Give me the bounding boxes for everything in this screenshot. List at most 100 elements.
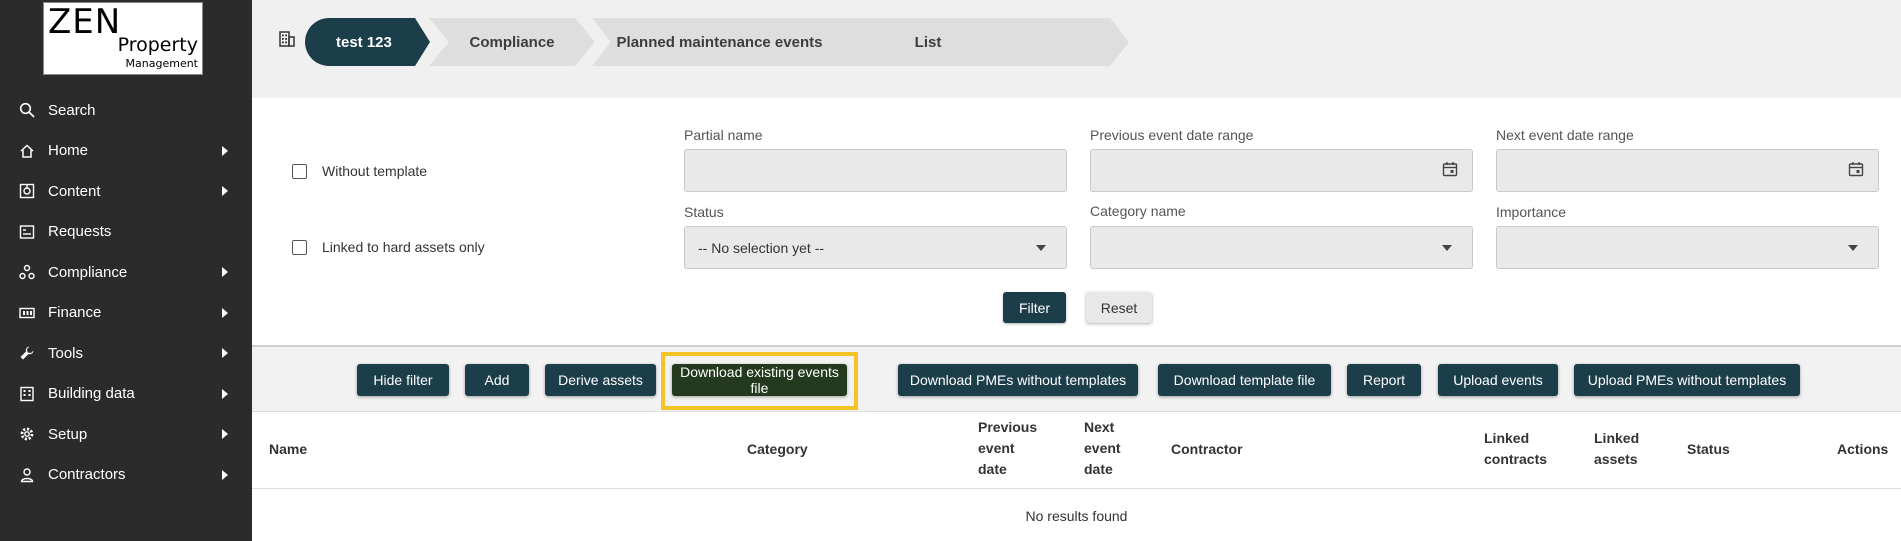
gear-icon <box>18 425 36 443</box>
building-icon <box>18 385 36 403</box>
hide-filter-button[interactable]: Hide filter <box>357 364 449 396</box>
breadcrumb-label: test 123 <box>336 33 392 51</box>
category-name-select[interactable] <box>1090 226 1473 269</box>
column-header-line: event <box>978 440 1015 456</box>
sidebar-item-label: Content <box>48 182 101 200</box>
next-event-date-range-input[interactable] <box>1496 149 1879 192</box>
home-icon <box>18 142 36 160</box>
download-pmes-without-templates-button[interactable]: Download PMEs without templates <box>898 364 1138 396</box>
column-header-line: date <box>978 461 1007 477</box>
expand-arrow-icon <box>222 429 228 440</box>
column-header-previous-event-date[interactable]: Previous event date <box>978 417 1037 480</box>
download-template-file-button[interactable]: Download template file <box>1158 364 1331 396</box>
sidebar-item-tools[interactable]: Tools <box>0 333 252 374</box>
checkbox-box[interactable] <box>292 239 307 255</box>
breadcrumb-label: List <box>914 33 942 51</box>
expand-arrow-icon <box>222 267 228 278</box>
partial-name-input[interactable] <box>684 149 1067 192</box>
column-header-actions: Actions <box>1837 441 1889 457</box>
column-header-name[interactable]: Name <box>269 439 307 460</box>
breadcrumb-item-property[interactable]: test 123 <box>305 18 430 66</box>
column-header-line: Linked <box>1594 430 1640 446</box>
finance-icon <box>18 304 36 322</box>
sidebar-item-label: Compliance <box>48 263 128 281</box>
person-icon <box>18 466 36 484</box>
column-header-line: Linked <box>1484 430 1530 446</box>
sidebar-item-home[interactable]: Home <box>0 131 252 172</box>
upload-events-button[interactable]: Upload events <box>1438 364 1558 396</box>
expand-arrow-icon <box>222 186 228 197</box>
sidebar-item-compliance[interactable]: Compliance <box>0 252 252 293</box>
previous-event-date-range-label: Previous event date range <box>1090 127 1254 143</box>
sidebar-item-setup[interactable]: Setup <box>0 414 252 455</box>
sidebar-item-label: Requests <box>48 223 112 241</box>
column-header-status[interactable]: Status <box>1687 439 1730 460</box>
importance-select[interactable] <box>1496 226 1879 269</box>
checkbox-box[interactable] <box>292 163 307 179</box>
column-header-line: event <box>1084 440 1121 456</box>
sidebar-item-content[interactable]: Content <box>0 171 252 212</box>
status-label: Status <box>684 204 724 220</box>
sidebar: ZEN Property Management Search Home Cont… <box>0 0 252 541</box>
filter-button[interactable]: Filter <box>1003 292 1066 323</box>
sidebar-item-label: Home <box>48 142 89 160</box>
derive-assets-button[interactable]: Derive assets <box>545 364 656 396</box>
sidebar-item-building-data[interactable]: Building data <box>0 374 252 415</box>
breadcrumb-item-planned-maintenance-events[interactable]: Planned maintenance events <box>592 18 1129 66</box>
chevron-down-icon <box>1848 244 1858 251</box>
compliance-icon <box>18 263 36 281</box>
column-header-linked-contracts[interactable]: Linked contracts <box>1484 428 1547 470</box>
search-icon <box>18 101 36 119</box>
importance-label: Importance <box>1496 204 1567 220</box>
expand-arrow-icon <box>222 348 228 359</box>
column-header-category[interactable]: Category <box>747 439 808 460</box>
reset-button[interactable]: Reset <box>1086 292 1152 323</box>
calendar-icon[interactable] <box>1848 161 1864 180</box>
upload-pmes-without-templates-button[interactable]: Upload PMEs without templates <box>1574 364 1800 396</box>
sidebar-item-requests[interactable]: Requests <box>0 212 252 253</box>
download-existing-events-file-button[interactable]: Download existing events file <box>672 364 847 396</box>
sidebar-item-search[interactable]: Search <box>0 90 252 131</box>
sidebar-item-contractors[interactable]: Contractors <box>0 455 252 496</box>
calendar-icon[interactable] <box>1442 161 1458 180</box>
partial-name-label: Partial name <box>684 127 763 143</box>
linked-hard-assets-checkbox[interactable]: Linked to hard assets only <box>292 239 485 255</box>
zen-logo[interactable]: ZEN Property Management <box>43 2 203 75</box>
column-header-line: assets <box>1594 451 1638 467</box>
column-header-linked-assets[interactable]: Linked assets <box>1594 428 1639 470</box>
column-header-line: Previous <box>978 419 1038 435</box>
column-header-next-event-date[interactable]: Next event date <box>1084 417 1121 480</box>
sidebar-item-label: Search <box>48 101 96 119</box>
expand-arrow-icon <box>222 469 228 480</box>
column-header-line: date <box>1084 461 1113 477</box>
breadcrumb-item-compliance[interactable]: Compliance <box>429 18 595 66</box>
sidebar-item-finance[interactable]: Finance <box>0 293 252 334</box>
filter-panel: Without template Linked to hard assets o… <box>252 98 1901 347</box>
status-select[interactable]: -- No selection yet -- <box>684 226 1067 269</box>
checkbox-label: Linked to hard assets only <box>322 239 485 255</box>
column-header-line: Next <box>1084 419 1115 435</box>
chevron-down-icon <box>1036 244 1046 251</box>
requests-icon <box>18 223 36 241</box>
report-button[interactable]: Report <box>1347 364 1421 396</box>
building-icon <box>278 30 298 50</box>
add-button[interactable]: Add <box>465 364 529 396</box>
category-name-label: Category name <box>1090 203 1186 219</box>
events-table: Name Category Previous event date Next e… <box>252 412 1901 541</box>
logo-property-text: Property <box>117 34 198 56</box>
logo-management-text: Management <box>125 57 198 70</box>
without-template-checkbox[interactable]: Without template <box>292 163 427 179</box>
sidebar-nav: Search Home Content Requests Compliance … <box>0 90 252 495</box>
status-value: -- No selection yet -- <box>698 239 825 256</box>
expand-arrow-icon <box>222 388 228 399</box>
column-header-contractor[interactable]: Contractor <box>1171 439 1243 460</box>
header: test 123 Compliance Planned maintenance … <box>252 0 1901 98</box>
checkbox-label: Without template <box>322 163 428 179</box>
sidebar-item-label: Tools <box>48 344 84 362</box>
sidebar-item-label: Finance <box>48 304 102 322</box>
expand-arrow-icon <box>222 145 228 156</box>
empty-message: No results found <box>1025 508 1128 524</box>
table-header-divider <box>252 488 1901 489</box>
previous-event-date-range-input[interactable] <box>1090 149 1473 192</box>
content-icon <box>18 182 36 200</box>
